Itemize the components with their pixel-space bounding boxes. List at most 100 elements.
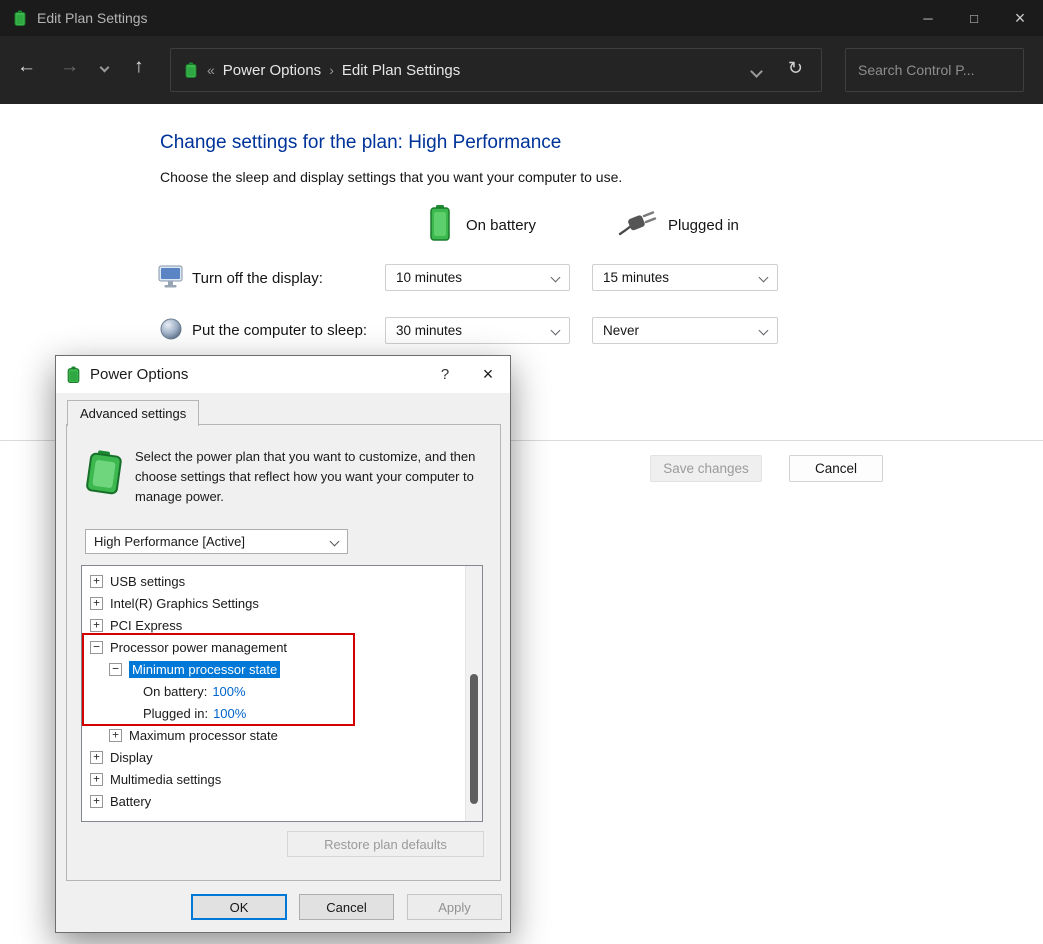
navigation-bar: ← → ↑ « Power Options › Edit Plan Settin… bbox=[0, 36, 1043, 104]
tree-item-label: PCI Express bbox=[110, 618, 182, 633]
tree-item-on-battery-setting[interactable]: On battery: 100% bbox=[82, 680, 482, 702]
tree-item-label: Display bbox=[110, 750, 153, 765]
dialog-cancel-button[interactable]: Cancel bbox=[299, 894, 394, 920]
sleep-on-battery-value: 30 minutes bbox=[396, 323, 462, 338]
row-label-sleep: Put the computer to sleep: bbox=[192, 322, 367, 339]
expand-icon[interactable]: + bbox=[90, 597, 103, 610]
tree-item-maximum-processor-state[interactable]: + Maximum processor state bbox=[82, 724, 482, 746]
save-changes-button[interactable]: Save changes bbox=[650, 455, 762, 482]
tree-item-intel-graphics[interactable]: + Intel(R) Graphics Settings bbox=[82, 592, 482, 614]
minimize-icon[interactable]: ─ bbox=[905, 0, 951, 36]
tree-item-label: Processor power management bbox=[110, 640, 287, 655]
edit-plan-settings-window: Edit Plan Settings ─ □ × ← → ↑ « Power O… bbox=[0, 0, 1043, 944]
tab-advanced-settings[interactable]: Advanced settings bbox=[67, 400, 199, 426]
plan-selector-combo[interactable]: High Performance [Active] bbox=[85, 529, 348, 554]
tree-item-display[interactable]: + Display bbox=[82, 746, 482, 768]
tree-item-usb-settings[interactable]: + USB settings bbox=[82, 570, 482, 592]
tree-item-minimum-processor-state[interactable]: − Minimum processor state bbox=[82, 658, 482, 680]
dialog-title: Power Options bbox=[90, 366, 188, 383]
dialog-titlebar[interactable]: Power Options ? × bbox=[56, 356, 510, 393]
tree-scrollbar[interactable] bbox=[465, 566, 482, 821]
forward-icon[interactable]: → bbox=[60, 57, 79, 76]
tree-item-label: Battery bbox=[110, 794, 151, 809]
row-label-turn-off-display: Turn off the display: bbox=[192, 270, 323, 287]
expand-icon[interactable]: + bbox=[90, 773, 103, 786]
back-icon[interactable]: ← bbox=[17, 57, 36, 76]
apply-button[interactable]: Apply bbox=[407, 894, 502, 920]
window-titlebar: Edit Plan Settings ─ □ × bbox=[0, 0, 1043, 36]
expand-icon[interactable]: + bbox=[90, 751, 103, 764]
tree-item-label: USB settings bbox=[110, 574, 185, 589]
help-icon[interactable]: ? bbox=[424, 356, 466, 393]
chevron-down-icon bbox=[551, 273, 561, 283]
restore-plan-defaults-button[interactable]: Restore plan defaults bbox=[287, 831, 484, 857]
power-options-dialog: Power Options ? × Advanced settings Sele… bbox=[55, 355, 511, 933]
address-battery-icon bbox=[183, 62, 199, 78]
tree-item-pci-express[interactable]: + PCI Express bbox=[82, 614, 482, 636]
chevron-down-icon bbox=[759, 273, 769, 283]
breadcrumb-separator: › bbox=[329, 62, 334, 78]
display-icon bbox=[158, 265, 183, 294]
battery-app-icon bbox=[12, 10, 28, 26]
tree-item-processor-power-management[interactable]: − Processor power management bbox=[82, 636, 482, 658]
tree-item-plugged-in-setting[interactable]: Plugged in: 100% bbox=[82, 702, 482, 724]
window-controls: ─ □ × bbox=[905, 0, 1043, 36]
page-subtitle: Choose the sleep and display settings th… bbox=[160, 169, 622, 185]
recent-pages-chevron-icon[interactable] bbox=[100, 63, 110, 73]
on-battery-value-link[interactable]: 100% bbox=[212, 684, 245, 699]
settings-tree[interactable]: + USB settings + Intel(R) Graphics Setti… bbox=[81, 565, 483, 822]
maximize-icon[interactable]: □ bbox=[951, 0, 997, 36]
tree-item-battery[interactable]: + Battery bbox=[82, 790, 482, 812]
display-plugged-in-value: 15 minutes bbox=[603, 270, 669, 285]
plugged-in-value-link[interactable]: 100% bbox=[213, 706, 246, 721]
expand-icon[interactable]: + bbox=[109, 729, 122, 742]
tree-item-label: Intel(R) Graphics Settings bbox=[110, 596, 259, 611]
plugged-in-icon bbox=[618, 210, 660, 241]
scrollbar-thumb[interactable] bbox=[470, 674, 478, 804]
breadcrumb-edit-plan-settings[interactable]: Edit Plan Settings bbox=[342, 62, 460, 79]
tree-item-multimedia-settings[interactable]: + Multimedia settings bbox=[82, 768, 482, 790]
cancel-button[interactable]: Cancel bbox=[789, 455, 883, 482]
collapse-icon[interactable]: − bbox=[109, 663, 122, 676]
plan-selector-value: High Performance [Active] bbox=[94, 534, 245, 549]
sleep-icon bbox=[160, 318, 182, 345]
tree-item-label: Maximum processor state bbox=[129, 728, 278, 743]
up-icon[interactable]: ↑ bbox=[134, 57, 144, 76]
dialog-description: Select the power plan that you want to c… bbox=[135, 447, 490, 507]
display-plugged-in-select[interactable]: 15 minutes bbox=[592, 264, 778, 291]
dialog-tab-pane: Select the power plan that you want to c… bbox=[66, 424, 501, 881]
breadcrumb-power-options[interactable]: Power Options bbox=[223, 62, 321, 79]
chevron-down-icon bbox=[551, 326, 561, 336]
breadcrumb-overflow-icon[interactable]: « bbox=[207, 62, 215, 78]
search-input[interactable] bbox=[846, 62, 1043, 78]
search-box[interactable] bbox=[845, 48, 1024, 92]
window-title: Edit Plan Settings bbox=[37, 10, 148, 26]
page-title: Change settings for the plan: High Perfo… bbox=[160, 132, 561, 154]
dialog-plan-battery-icon bbox=[82, 449, 126, 500]
collapse-icon[interactable]: − bbox=[90, 641, 103, 654]
sleep-plugged-in-value: Never bbox=[603, 323, 639, 338]
tree-item-label: Plugged in: bbox=[143, 706, 208, 721]
expand-icon[interactable]: + bbox=[90, 795, 103, 808]
chevron-down-icon bbox=[759, 326, 769, 336]
chevron-down-icon bbox=[330, 537, 340, 547]
tree-item-label: Multimedia settings bbox=[110, 772, 221, 787]
address-dropdown-chevron-icon[interactable] bbox=[750, 65, 763, 78]
column-header-on-battery: On battery bbox=[466, 217, 536, 234]
expand-icon[interactable]: + bbox=[90, 575, 103, 588]
on-battery-icon bbox=[428, 204, 452, 247]
sleep-plugged-in-select[interactable]: Never bbox=[592, 317, 778, 344]
tree-item-label-selected: Minimum processor state bbox=[129, 661, 280, 678]
column-header-plugged-in: Plugged in bbox=[668, 217, 739, 234]
display-on-battery-select[interactable]: 10 minutes bbox=[385, 264, 570, 291]
ok-button[interactable]: OK bbox=[191, 894, 287, 920]
sleep-on-battery-select[interactable]: 30 minutes bbox=[385, 317, 570, 344]
close-icon[interactable]: × bbox=[997, 0, 1043, 36]
dialog-battery-icon bbox=[65, 366, 82, 383]
tree-item-label: On battery: bbox=[143, 684, 207, 699]
refresh-icon[interactable]: ↻ bbox=[788, 58, 803, 79]
address-bar[interactable]: « Power Options › Edit Plan Settings ↻ bbox=[170, 48, 822, 92]
display-on-battery-value: 10 minutes bbox=[396, 270, 462, 285]
expand-icon[interactable]: + bbox=[90, 619, 103, 632]
dialog-close-icon[interactable]: × bbox=[466, 356, 510, 393]
